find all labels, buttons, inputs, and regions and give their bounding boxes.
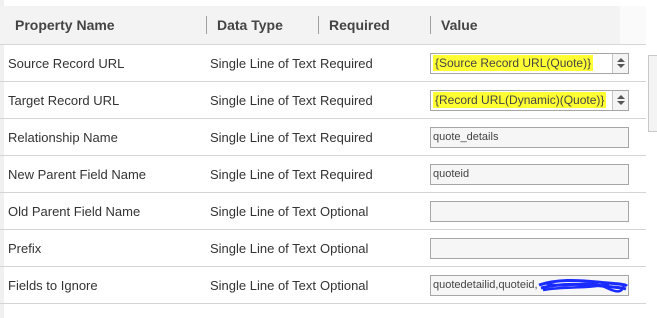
data-type-cell: Single Line of Text — [210, 55, 316, 71]
table-row: Old Parent Field Name Single Line of Tex… — [0, 193, 646, 230]
chevron-up-icon[interactable] — [616, 58, 625, 62]
table-row: Target Record URL Single Line of Text Re… — [0, 82, 646, 119]
source-record-url-value-field[interactable]: {Source Record URL(Quote)} — [430, 52, 629, 74]
data-type-cell: Single Line of Text — [210, 129, 316, 145]
table-row: Prefix Single Line of Text Optional — [0, 230, 646, 267]
header-value[interactable]: Value — [431, 6, 620, 44]
table-row: Source Record URL Single Line of Text Re… — [0, 45, 646, 82]
required-cell: Optional — [320, 240, 369, 256]
dynamic-value-token: {Record URL(Dynamic)(Quote)} — [433, 91, 607, 108]
value-spinner[interactable] — [612, 53, 628, 73]
header-property-name[interactable]: Property Name — [0, 6, 207, 44]
data-type-cell: Single Line of Text — [210, 92, 316, 108]
property-name-cell: Old Parent Field Name — [8, 203, 141, 219]
property-name-cell: Fields to Ignore — [8, 277, 98, 293]
chevron-down-icon[interactable] — [616, 64, 625, 68]
table-row: Relationship Name Single Line of Text Re… — [0, 119, 646, 156]
required-cell: Optional — [320, 203, 369, 219]
data-type-cell: Single Line of Text — [210, 240, 316, 256]
data-type-cell: Single Line of Text — [210, 277, 316, 293]
required-cell: Required — [320, 55, 373, 71]
old-parent-field-value-field[interactable] — [430, 200, 629, 222]
chevron-up-icon[interactable] — [616, 95, 625, 99]
property-name-cell: Relationship Name — [8, 129, 118, 145]
chevron-down-icon[interactable] — [616, 101, 625, 105]
redaction-scribble — [538, 278, 628, 293]
required-cell: Required — [320, 166, 373, 182]
required-cell: Optional — [320, 277, 369, 293]
data-type-cell: Single Line of Text — [210, 166, 316, 182]
property-name-cell: Prefix — [8, 240, 42, 256]
data-type-cell: Single Line of Text — [210, 203, 316, 219]
property-name-cell: Target Record URL — [8, 92, 120, 108]
property-name-cell: Source Record URL — [8, 55, 125, 71]
property-name-cell: New Parent Field Name — [8, 166, 146, 182]
header-data-type[interactable]: Data Type — [207, 6, 319, 44]
properties-grid: Property Name Data Type Required Value S… — [0, 6, 646, 304]
dynamic-value-token: {Source Record URL(Quote)} — [433, 54, 594, 71]
header-required[interactable]: Required — [319, 6, 431, 44]
value-spinner[interactable] — [612, 90, 628, 110]
workflow-properties-dialog: Property Name Data Type Required Value S… — [0, 0, 657, 318]
required-cell: Required — [320, 92, 373, 108]
relationship-name-value-field[interactable]: quote_details — [430, 126, 629, 148]
table-row: New Parent Field Name Single Line of Tex… — [0, 156, 646, 193]
required-cell: Required — [320, 129, 373, 145]
fields-to-ignore-value-field[interactable]: quotedetailid,quoteid, — [430, 274, 629, 296]
new-parent-field-value-field[interactable]: quoteid — [430, 163, 629, 185]
table-row: Fields to Ignore Single Line of Text Opt… — [0, 267, 646, 304]
target-record-url-value-field[interactable]: {Record URL(Dynamic)(Quote)} — [430, 89, 629, 111]
header-scroll-corner — [620, 6, 646, 44]
prefix-value-field[interactable] — [430, 237, 629, 259]
fields-to-ignore-text: quotedetailid,quoteid, — [433, 278, 538, 291]
grid-header: Property Name Data Type Required Value — [0, 6, 646, 45]
background-panel-edge — [648, 55, 657, 132]
